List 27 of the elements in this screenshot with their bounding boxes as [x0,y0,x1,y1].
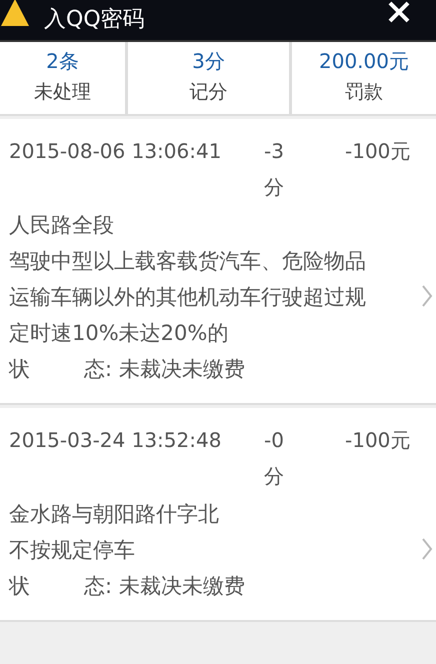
violation-card[interactable]: 2015-08-06 13:06:41 -3分 -100元 人民路全段 驾驶中型以上载客载货汽车、危险物品运输车辆以外的其他机动车行驶超过规定时速10%未达20%的 状 态: 未裁决未缴费 [0,119,436,405]
violation-description: 不按规定停车 [9,537,136,564]
violation-time: 2015-03-24 13:52:48 [9,427,222,454]
summary-value: 3分 [192,48,225,75]
violation-points: -0分 [264,427,285,490]
violation-place: 人民路全段 [9,212,115,239]
chevron-icon [421,284,433,308]
status-label: 状 [9,573,31,600]
violation-fine: -100元 [345,138,410,165]
violation-points: -3分 [264,138,285,201]
summary-value: 2条 [46,48,79,75]
summary-label: 未处理 [34,80,91,105]
chevron-icon [421,537,433,561]
close-icon[interactable] [387,0,411,24]
summary-value: 200.00元 [319,48,409,75]
violation-place: 金水路与朝阳路什字北 [9,501,220,528]
notification-text: 入QQ密码 [44,6,146,34]
warning-icon [0,0,30,28]
violation-description: 驾驶中型以上载客载货汽车、危险物品运输车辆以外的其他机动车行驶超过规定时速10%未达20%的 [9,248,367,347]
status-text: 态: 未裁决未缴费 [84,574,245,598]
violation-card[interactable]: 2015-03-24 13:52:48 -0分 -100元 金水路与朝阳路什字北 不按规定停车 状 态: 未裁决未缴费 [0,408,436,622]
status-label: 状 [9,356,31,383]
summary-label: 罚款 [345,80,383,105]
violation-time: 2015-08-06 13:06:41 [9,138,222,165]
summary-label: 记分 [190,80,228,105]
violation-fine: -100元 [345,427,410,454]
status-text: 态: 未裁决未缴费 [84,357,245,381]
